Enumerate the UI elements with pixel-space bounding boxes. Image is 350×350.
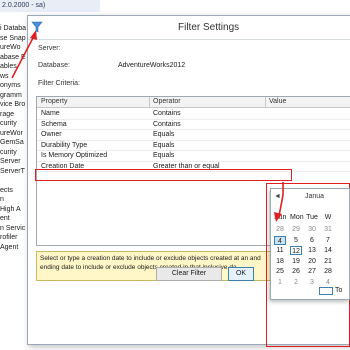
cell-operator: Equals: [153, 141, 175, 149]
dialog-titlebar: Filter Settings: [28, 16, 350, 40]
calendar-day[interactable]: 19: [290, 257, 302, 266]
column-header-property[interactable]: Property: [41, 98, 67, 105]
calendar-day[interactable]: 12: [290, 246, 302, 255]
date-picker-calendar: ◄ Janua Sun Mon Tue W 28 29 30 31 4 5 6 7 11 12 13…: [270, 188, 350, 300]
calendar-day[interactable]: 6: [306, 236, 318, 245]
column-separator[interactable]: [149, 97, 150, 108]
calendar-day[interactable]: 18: [274, 257, 286, 266]
cell-operator: Equals: [153, 152, 175, 159]
database-value: AdventureWorks2012: [118, 62, 186, 69]
calendar-day[interactable]: 14: [322, 246, 334, 255]
calendar-day[interactable]: 4: [274, 235, 286, 245]
filter-criteria-row[interactable]: Is Memory Optimized Equals: [37, 151, 350, 162]
today-marker-box[interactable]: [319, 287, 333, 295]
calendar-day[interactable]: 20: [306, 257, 318, 266]
calendar-day[interactable]: 4: [322, 278, 334, 287]
calendar-day[interactable]: 27: [306, 267, 318, 276]
calendar-day[interactable]: 21: [322, 257, 334, 266]
calendar-day[interactable]: 5: [290, 236, 302, 245]
database-label: Database:: [38, 62, 70, 69]
cell-property: Is Memory Optimized: [41, 152, 108, 159]
cell-operator: Equals: [153, 131, 175, 138]
calendar-day[interactable]: 31: [322, 225, 334, 234]
dialog-title: Filter Settings: [178, 22, 240, 33]
cell-operator: Contains: [153, 110, 181, 117]
cell-operator: Contains: [153, 120, 181, 128]
day-header-wed: W: [324, 214, 332, 221]
calendar-day[interactable]: 13: [306, 246, 318, 255]
calendar-day[interactable]: 29: [290, 225, 302, 234]
grid-header: Property Operator Value: [37, 97, 350, 108]
today-link[interactable]: To: [335, 287, 342, 294]
column-header-operator[interactable]: Operator: [153, 98, 181, 105]
filter-criteria-row[interactable]: Schema Contains: [37, 120, 350, 130]
clear-filter-button[interactable]: Clear Filter: [156, 267, 222, 281]
filter-criteria-row[interactable]: Name Contains: [37, 109, 350, 120]
calendar-day[interactable]: 3: [306, 278, 318, 287]
calendar-month-label[interactable]: Janua: [305, 193, 324, 200]
day-header-mon: Mon: [290, 214, 304, 221]
calendar-day[interactable]: 11: [274, 246, 286, 255]
filter-funnel-icon: [31, 21, 43, 33]
calendar-day[interactable]: 7: [322, 236, 334, 245]
filter-criteria-row[interactable]: Owner Equals: [37, 130, 350, 141]
calendar-day[interactable]: 26: [290, 267, 302, 276]
cell-property: Schema: [41, 120, 67, 128]
day-header-sun: Sun: [274, 214, 287, 221]
calendar-day[interactable]: 1: [274, 278, 286, 287]
server-label: Server:: [38, 45, 61, 52]
cell-property: Name: [41, 110, 60, 117]
calendar-day[interactable]: 25: [274, 267, 286, 276]
day-header-tue: Tue: [306, 214, 318, 221]
calendar-day[interactable]: 28: [274, 225, 286, 234]
previous-month-button[interactable]: ◄: [274, 193, 281, 200]
calendar-day[interactable]: 30: [306, 225, 318, 234]
cell-property: Owner: [41, 131, 62, 138]
column-separator[interactable]: [265, 97, 266, 108]
filter-criteria-label: Filter Criteria:: [38, 80, 81, 87]
filter-criteria-row[interactable]: Durability Type Equals: [37, 141, 350, 151]
calendar-day[interactable]: 2: [290, 278, 302, 287]
ok-button[interactable]: OK: [228, 267, 254, 281]
cell-property: Durability Type: [41, 141, 88, 149]
column-header-value[interactable]: Value: [269, 98, 286, 105]
explorer-connection-title: 2.0.2000 - sa): [0, 0, 100, 12]
calendar-day[interactable]: 28: [322, 267, 334, 276]
creation-date-highlight: [35, 169, 292, 181]
